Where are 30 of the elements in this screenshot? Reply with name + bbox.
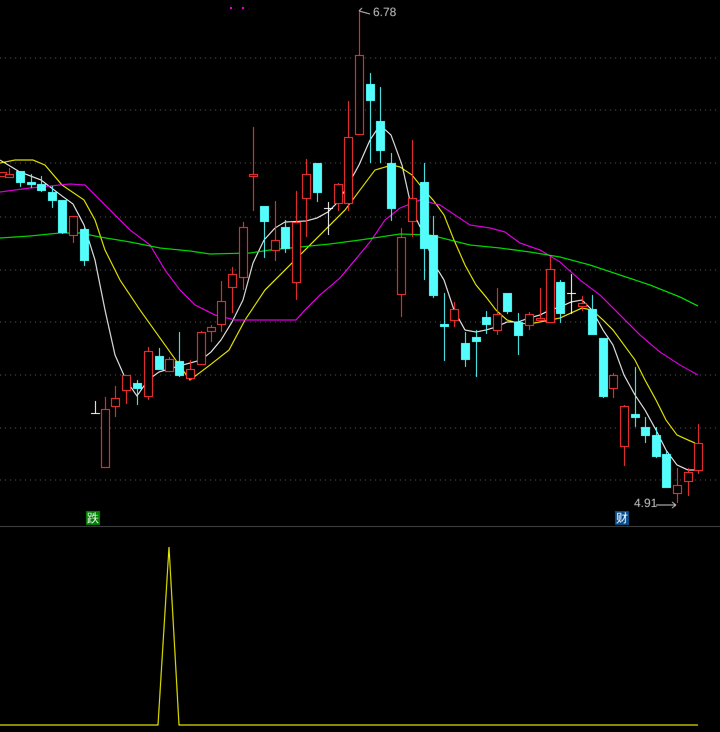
leader-line xyxy=(358,8,370,14)
candlestick xyxy=(122,374,131,404)
candlestick xyxy=(652,426,661,458)
candlestick xyxy=(144,346,153,400)
candlestick xyxy=(69,216,78,244)
price-label: 4.91 xyxy=(634,497,658,509)
candlestick xyxy=(186,360,195,380)
candlestick xyxy=(387,152,396,222)
leader-line xyxy=(656,502,676,508)
candlestick xyxy=(525,312,534,330)
candlestick xyxy=(461,332,470,368)
candlestick xyxy=(239,222,248,290)
candlestick xyxy=(324,202,334,236)
candlestick xyxy=(27,174,36,188)
signal-tag: 财 xyxy=(615,511,629,525)
candlestick xyxy=(514,312,523,356)
candlestick xyxy=(37,176,46,192)
candlestick xyxy=(228,266,237,314)
candlestick xyxy=(155,348,164,370)
candlestick xyxy=(260,206,269,258)
price-label: 6.78 xyxy=(373,6,396,18)
candlestick xyxy=(620,404,629,466)
candlestick xyxy=(80,228,89,266)
candlestick xyxy=(662,450,671,488)
candlestick xyxy=(566,274,576,314)
candlestick xyxy=(16,170,25,188)
candlestick xyxy=(673,468,682,504)
candlestick xyxy=(313,162,322,202)
signal-tag: 跌 xyxy=(86,511,100,525)
candlestick xyxy=(133,380,142,406)
